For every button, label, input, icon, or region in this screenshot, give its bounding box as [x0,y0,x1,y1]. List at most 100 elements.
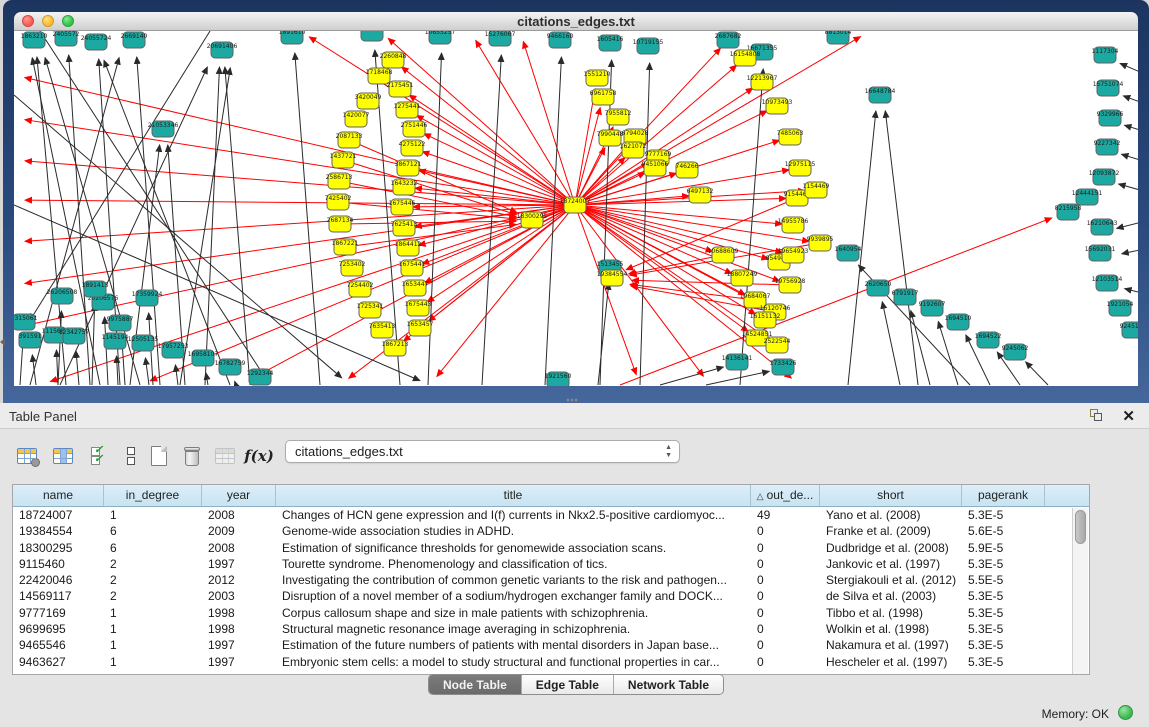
table-cell[interactable]: 2009 [202,523,276,539]
table-cell[interactable]: 0 [751,572,820,588]
table-cell[interactable]: 18300295 [13,540,104,556]
table-cell[interactable]: Estimation of the future numbers of pati… [276,637,751,653]
citation-graph[interactable]: 1863210240557224055724266914020691406189… [14,31,1138,386]
tab-edge-table[interactable]: Edge Table [522,675,614,694]
table-cell[interactable]: 9465546 [13,637,104,653]
table-cell[interactable]: Hescheler et al. (1997) [820,654,962,670]
graph-node[interactable]: 18916104 [357,31,388,41]
collapse-panel-arrow-icon[interactable] [0,338,5,346]
graph-node[interactable]: 14955786 [778,217,809,233]
graph-node[interactable]: 2522544 [764,337,791,353]
table-cell[interactable]: 1 [104,654,202,670]
graph-node[interactable]: 16210643 [1087,219,1118,235]
graph-node[interactable]: 16154808 [730,50,761,66]
table-cell[interactable]: 1997 [202,654,276,670]
graph-node[interactable]: 7253402 [339,260,366,276]
graph-node[interactable]: 391591 [19,332,42,348]
graph-node[interactable]: 6497132 [687,187,714,203]
table-cell[interactable]: 0 [751,605,820,621]
column-header-out-de-[interactable]: △out_de... [751,485,820,506]
table-cell[interactable]: 6 [104,523,202,539]
table-cell[interactable]: 14569117 [13,588,104,604]
graph-node[interactable]: 1725341 [357,302,384,318]
graph-node[interactable]: 1605416 [597,35,624,51]
float-panel-icon[interactable] [1089,408,1105,424]
citation-edge-black[interactable] [1125,125,1138,130]
table-cell[interactable]: Investigating the contribution of common… [276,572,751,588]
graph-node[interactable]: 24055724 [81,34,112,50]
graph-node[interactable]: 17359924 [132,290,163,306]
table-cell[interactable]: Stergiakouli et al. (2012) [820,572,962,588]
graph-node[interactable]: 1420077 [343,111,370,127]
citation-edge-black[interactable] [58,311,61,385]
graph-node[interactable]: 2687682 [715,32,742,48]
table-cell[interactable]: Embryonic stem cells: a model to study s… [276,654,751,670]
table-cell[interactable]: 0 [751,637,820,653]
graph-node[interactable]: 3867121 [395,160,422,176]
table-cell[interactable]: 1 [104,637,202,653]
citation-edge-black[interactable] [175,365,178,385]
graph-node[interactable]: 16782759 [215,359,246,375]
column-header-name[interactable]: name [13,485,104,506]
table-cell[interactable]: 1 [104,605,202,621]
table-cell[interactable]: 5.3E-5 [962,605,1045,621]
table-cell[interactable]: 9115460 [13,556,104,572]
graph-node[interactable]: 1315061 [14,314,38,330]
table-cell[interactable]: Yano et al. (2008) [820,507,962,523]
table-cell[interactable]: 0 [751,540,820,556]
table-cell[interactable]: 2 [104,556,202,572]
graph-node[interactable]: 9466160 [547,32,574,48]
table-cell[interactable]: 2 [104,588,202,604]
graph-node[interactable]: 1675446 [389,199,416,215]
citation-edge-black[interactable] [205,67,219,385]
table-cell[interactable]: 18724007 [13,507,104,523]
graph-node[interactable]: 10655257 [425,31,456,44]
graph-node[interactable]: 1921054 [1107,300,1134,316]
table-cell[interactable]: de Silva et al. (2003) [820,588,962,604]
graph-node[interactable]: 19654923 [778,247,809,263]
graph-node[interactable]: 2620650 [865,280,892,296]
table-cell[interactable]: Genome-wide association studies in ADHD. [276,523,751,539]
citation-edge-black[interactable] [76,351,79,385]
graph-node[interactable]: 7635413 [369,322,396,338]
table-cell[interactable]: 2003 [202,588,276,604]
graph-node[interactable]: 1921560 [545,372,572,386]
table-cell[interactable]: 0 [751,621,820,637]
graph-node[interactable]: 2175451 [387,81,414,97]
table-cell[interactable]: 5.3E-5 [962,654,1045,670]
graph-node[interactable]: 2751446 [401,121,428,137]
citation-edge-black[interactable] [885,111,918,385]
graph-node[interactable]: 12093872 [1089,169,1120,185]
citation-edge-black[interactable] [1122,250,1138,254]
citation-edge-red[interactable] [575,89,595,205]
graph-node[interactable]: 2405572 [53,31,80,46]
graph-node[interactable]: 9975887 [107,315,134,331]
table-row[interactable]: 1830029562008Estimation of significance … [13,540,1089,556]
graph-node[interactable]: 1640954 [835,245,862,261]
table-cell[interactable]: 2012 [202,572,276,588]
graph-node[interactable]: 14136141 [722,354,753,370]
graph-node[interactable]: 9451066 [642,160,669,176]
table-row[interactable]: 946362711997Embryonic stem cells: a mode… [13,654,1089,670]
graph-node[interactable]: 9939895 [807,235,834,251]
graph-node[interactable]: 12444151 [1072,189,1103,205]
table-cell[interactable]: 9463627 [13,654,104,670]
table-cell[interactable]: 0 [751,588,820,604]
graph-node[interactable]: 746266 [676,162,699,178]
graph-node[interactable]: 10719155 [633,38,664,54]
table-cell[interactable]: 5.3E-5 [962,556,1045,572]
graph-node[interactable]: 1643232 [391,179,418,195]
citation-edge-black[interactable] [1026,362,1048,385]
graph-node[interactable]: 9227342 [1094,139,1121,155]
graph-node[interactable]: 15276067 [485,31,516,46]
table-cell[interactable]: 5.3E-5 [962,637,1045,653]
citation-edge-black[interactable] [235,381,236,385]
function-builder-button[interactable]: f(x) [246,443,272,469]
network-window-titlebar[interactable]: citations_edges.txt [14,12,1138,31]
graph-node[interactable]: 1675441 [399,260,426,276]
column-header-pagerank[interactable]: pagerank [962,485,1045,506]
table-row[interactable]: 946554611997Estimation of the future num… [13,637,1089,653]
graph-node[interactable]: 10688609 [708,247,739,263]
graph-node[interactable]: 21053346 [148,121,179,137]
tab-network-table[interactable]: Network Table [614,675,723,694]
